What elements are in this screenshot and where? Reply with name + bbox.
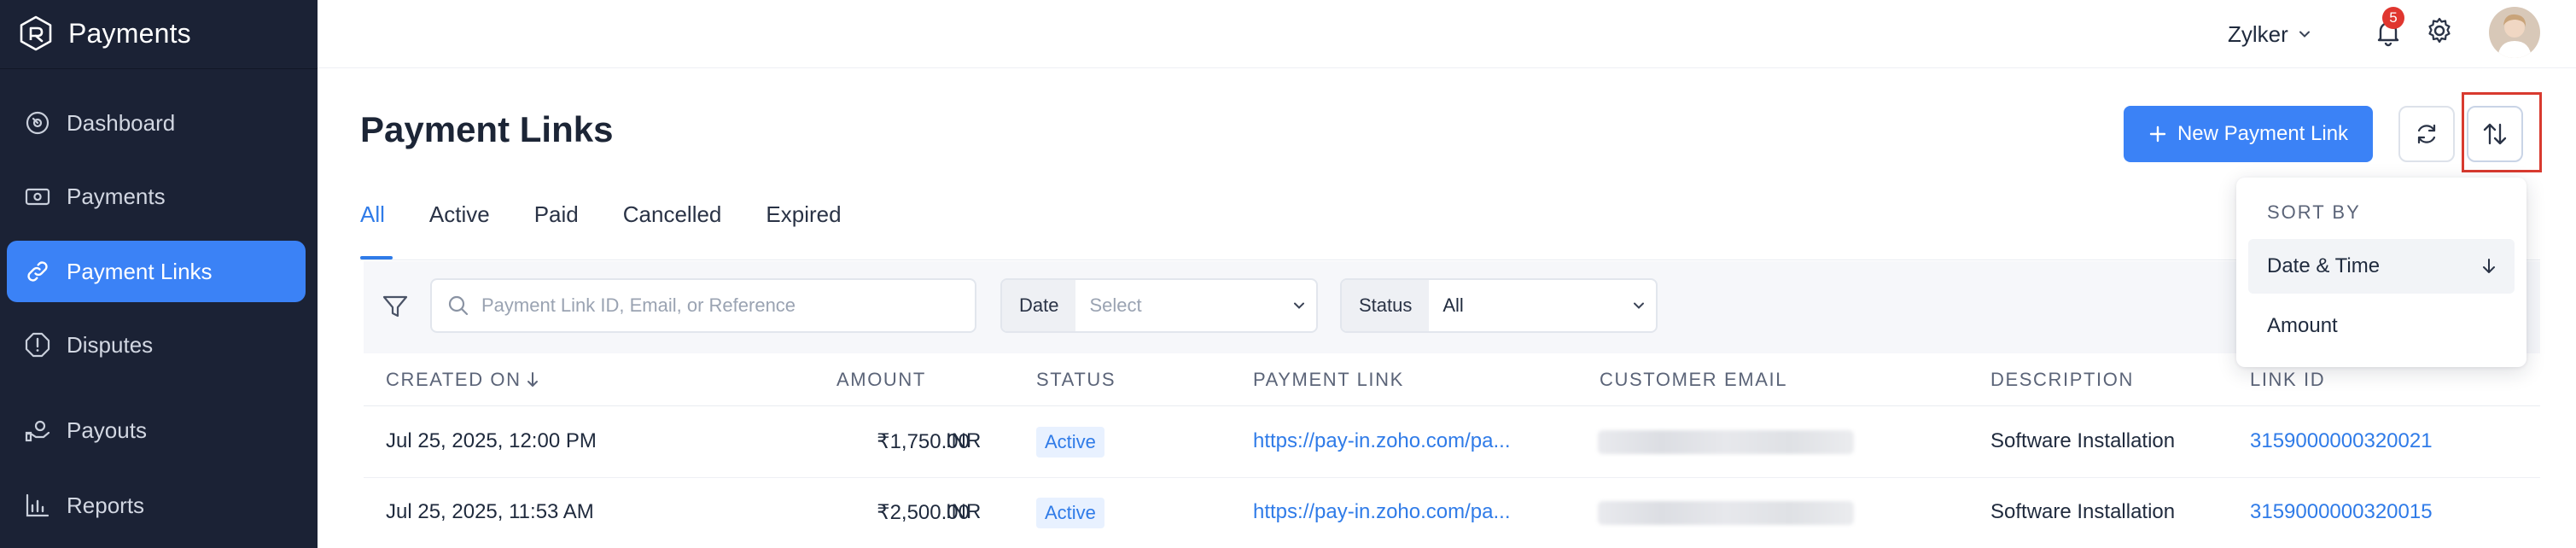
search-input[interactable]	[481, 294, 959, 317]
chevron-down-icon	[1634, 302, 1644, 309]
sidebar-item-label: Payouts	[67, 417, 147, 443]
search-field[interactable]	[430, 278, 976, 333]
table-header: CREATED ON AMOUNT STATUS PAYMENT LINK CU…	[364, 353, 2540, 406]
column-header-status: STATUS	[1036, 369, 1116, 390]
payments-logo-icon	[20, 15, 52, 51]
payouts-icon	[25, 420, 50, 442]
tab-active[interactable]: Active	[429, 201, 534, 261]
user-avatar[interactable]	[2489, 7, 2540, 58]
sort-option-label: Amount	[2267, 314, 2338, 337]
tab-cancelled[interactable]: Cancelled	[623, 201, 766, 261]
search-icon	[448, 295, 469, 316]
payment-link-cell[interactable]: https://pay-in.zoho.com/pa...	[1253, 429, 1511, 453]
link-id-cell[interactable]: 3159000000320015	[2250, 500, 2433, 524]
status-filter-select[interactable]: Status All	[1340, 278, 1658, 333]
sidebar-item-label: Reports	[67, 492, 145, 518]
sidebar-divider	[0, 68, 318, 69]
sort-option-date-time[interactable]: Date & Time	[2248, 239, 2515, 294]
sort-descending-arrow-icon	[527, 372, 538, 387]
settings-gear-icon[interactable]	[2422, 14, 2457, 48]
avatar-image	[2489, 7, 2540, 58]
new-payment-link-button[interactable]: New Payment Link	[2124, 106, 2373, 162]
sidebar-item-dashboard[interactable]: Dashboard	[7, 92, 306, 154]
column-header-customer-email: CUSTOMER EMAIL	[1600, 369, 1788, 390]
plus-icon	[2149, 125, 2166, 143]
payments-icon	[25, 188, 50, 206]
date-filter-label: Date	[1002, 280, 1076, 331]
sort-option-amount[interactable]: Amount	[2248, 299, 2515, 353]
sidebar-item-label: Payment Links	[67, 258, 213, 284]
brand[interactable]: Payments	[17, 12, 191, 55]
sidebar-item-payment-links[interactable]: Payment Links	[7, 241, 306, 302]
app-name: Payments	[68, 17, 191, 49]
tab-expired[interactable]: Expired	[766, 201, 885, 261]
description-cell: Software Installation	[1990, 429, 2176, 452]
date-filter-select[interactable]: Date Select	[1000, 278, 1318, 333]
currency-cell: INR	[946, 500, 982, 523]
sidebar-item-label: Dashboard	[67, 109, 176, 136]
sidebar: Payments Dashboard Payments Payment Link…	[0, 0, 318, 548]
sidebar-item-payments[interactable]: Payments	[7, 166, 306, 227]
table-row[interactable]: Jul 25, 2025, 11:53 AM ₹2,500.00 INR Act…	[364, 478, 2540, 548]
sort-button-highlight	[2462, 92, 2542, 172]
notification-count-badge: 5	[2382, 7, 2404, 29]
column-header-payment-link: PAYMENT LINK	[1253, 369, 1404, 390]
status-tabs: All Active Paid Cancelled Expired	[360, 201, 886, 261]
created-on-cell: Jul 25, 2025, 12:00 PM	[386, 429, 597, 452]
currency-cell: INR	[946, 429, 982, 452]
link-id-cell[interactable]: 3159000000320021	[2250, 429, 2433, 453]
dispute-icon	[25, 332, 50, 358]
sidebar-item-disputes[interactable]: Disputes	[7, 314, 306, 376]
dashboard-icon	[26, 111, 50, 135]
status-badge: Active	[1036, 498, 1104, 528]
created-on-cell: Jul 25, 2025, 11:53 AM	[386, 500, 594, 523]
column-header-link-id: LINK ID	[2250, 369, 2326, 390]
date-filter-value: Select	[1089, 294, 1142, 316]
sort-dropdown-title: SORT BY	[2267, 201, 2361, 223]
sort-dropdown: SORT BY Date & Time Amount	[2236, 178, 2526, 367]
customer-email-redacted	[1598, 501, 1854, 525]
sidebar-item-label: Payments	[67, 183, 166, 209]
payment-link-cell[interactable]: https://pay-in.zoho.com/pa...	[1253, 500, 1511, 524]
chevron-down-icon	[2299, 31, 2310, 38]
column-header-created-on[interactable]: CREATED ON	[386, 369, 540, 391]
chevron-down-icon	[1294, 302, 1304, 309]
description-cell: Software Installation	[1990, 500, 2176, 523]
organization-switcher[interactable]: Zylker	[2228, 17, 2312, 51]
column-header-label: CREATED ON	[386, 369, 522, 390]
reports-icon	[26, 493, 50, 517]
new-payment-link-label: New Payment Link	[2177, 122, 2349, 145]
customer-email-redacted	[1598, 430, 1854, 454]
column-header-amount: AMOUNT	[836, 369, 926, 390]
sort-option-label: Date & Time	[2267, 254, 2381, 277]
tab-all[interactable]: All	[360, 201, 429, 261]
app-root: Payments Dashboard Payments Payment Link…	[0, 0, 2576, 548]
refresh-icon	[2417, 124, 2436, 144]
table-row[interactable]: Jul 25, 2025, 12:00 PM ₹1,750.00 INR Act…	[364, 406, 2540, 478]
tab-paid[interactable]: Paid	[534, 201, 623, 261]
page-title: Payment Links	[360, 109, 614, 149]
refresh-button[interactable]	[2398, 106, 2455, 162]
sidebar-item-reports[interactable]: Reports	[7, 475, 306, 536]
filter-funnel-icon[interactable]	[381, 292, 410, 321]
status-filter-value: All	[1442, 294, 1464, 316]
status-badge: Active	[1036, 427, 1104, 458]
link-icon	[27, 261, 48, 282]
sidebar-item-label: Disputes	[67, 331, 154, 358]
column-header-description: DESCRIPTION	[1990, 369, 2134, 390]
arrow-down-icon	[2483, 259, 2495, 273]
organization-name: Zylker	[2228, 20, 2288, 47]
tabs-divider	[360, 259, 2540, 260]
status-filter-label: Status	[1342, 280, 1430, 331]
sidebar-item-payouts[interactable]: Payouts	[7, 399, 306, 461]
